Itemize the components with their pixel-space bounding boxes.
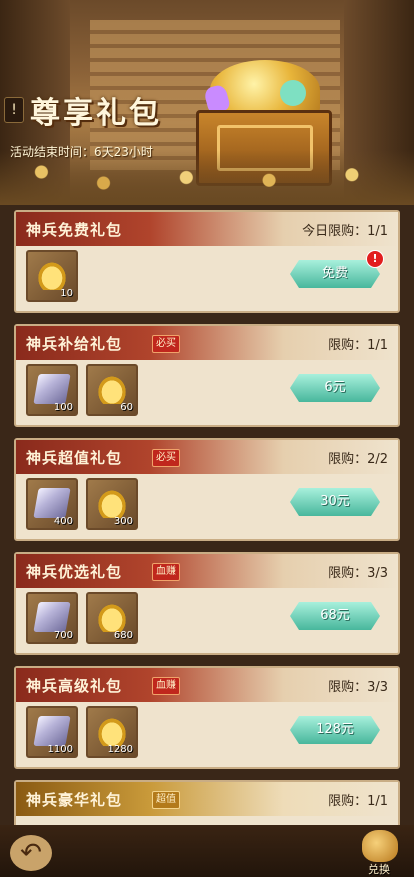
event-timer: 活动结束时间：6天23小时 [10, 145, 153, 159]
pack-header: 神兵超值礼包 必买 限购：2/2 [16, 440, 398, 474]
money-bag-icon [362, 830, 398, 862]
pack-name: 神兵免费礼包 [26, 221, 123, 239]
item-quantity: 300 [113, 516, 133, 527]
purchase-limit: 限购：2/2 [328, 452, 388, 467]
pack-name: 神兵优选礼包 [26, 563, 123, 581]
bottom-bar [0, 825, 414, 877]
purchase-limit: 限购：1/1 [328, 338, 388, 353]
gold-ingot-icon [36, 260, 68, 290]
reward-item[interactable]: 100 [26, 364, 78, 416]
pack-card-value: 神兵超值礼包 必买 限购：2/2 400 300 30元 [14, 438, 400, 541]
item-quantity: 680 [113, 630, 133, 641]
notification-badge: ! [366, 250, 384, 268]
pack-name: 神兵超值礼包 [26, 449, 123, 467]
item-quantity: 700 [53, 630, 73, 641]
jade-coin-icon [280, 80, 306, 106]
reward-item[interactable]: 1280 [86, 706, 138, 758]
pack-tag: 必买 [152, 449, 180, 467]
back-arrow-icon[interactable]: ↶ [10, 835, 52, 871]
pack-card-free: 神兵免费礼包 今日限购：1/1 10 免费 ! [14, 210, 400, 313]
pack-name: 神兵豪华礼包 [26, 791, 123, 809]
silver-stone-icon [33, 716, 71, 746]
item-quantity: 1100 [47, 744, 73, 755]
pack-header: 神兵免费礼包 今日限购：1/1 [16, 212, 398, 246]
page-title: 尊享礼包 [30, 96, 162, 131]
pack-tag: 超值 [152, 791, 180, 809]
pack-tag: 必买 [152, 335, 180, 353]
buy-button[interactable]: 68元 [290, 602, 380, 630]
pack-tag: 血赚 [152, 563, 180, 581]
purchase-limit: 限购：3/3 [328, 680, 388, 695]
purchase-limit: 限购：1/1 [328, 794, 388, 809]
silver-stone-icon [33, 488, 71, 518]
pack-header: 神兵豪华礼包 超值 限购：1/1 [16, 782, 398, 816]
exchange-label: 兑换 [368, 863, 390, 876]
item-quantity: 1280 [107, 744, 133, 755]
reward-item[interactable]: 60 [86, 364, 138, 416]
pack-name: 神兵高级礼包 [26, 677, 123, 695]
silver-stone-icon [33, 602, 71, 632]
pack-name: 神兵补给礼包 [26, 335, 123, 353]
reward-item[interactable]: 10 [26, 250, 78, 302]
pack-header: 神兵补给礼包 必买 限购：1/1 [16, 326, 398, 360]
item-quantity: 60 [120, 402, 133, 413]
reward-item[interactable]: 400 [26, 478, 78, 530]
gold-ingot-icon [96, 602, 128, 632]
item-quantity: 400 [53, 516, 73, 527]
item-quantity: 10 [60, 288, 73, 299]
pack-header: 神兵优选礼包 血赚 限购：3/3 [16, 554, 398, 588]
reward-item[interactable]: 700 [26, 592, 78, 644]
pack-list[interactable]: 神兵免费礼包 今日限购：1/1 10 免费 ! 神兵补给礼包 必买 限购：1/1… [8, 210, 406, 830]
info-icon[interactable]: ! [4, 97, 24, 123]
silver-stone-icon [33, 374, 71, 404]
reward-item[interactable]: 680 [86, 592, 138, 644]
pack-card-select: 神兵优选礼包 血赚 限购：3/3 700 680 68元 [14, 552, 400, 655]
exchange-button[interactable]: 兑换 [356, 830, 402, 876]
buy-button[interactable]: 6元 [290, 374, 380, 402]
pack-card-advanced: 神兵高级礼包 血赚 限购：3/3 1100 1280 128元 [14, 666, 400, 769]
buy-button[interactable]: 30元 [290, 488, 380, 516]
reward-item[interactable]: 1100 [26, 706, 78, 758]
purchase-limit: 今日限购：1/1 [302, 224, 388, 239]
gold-ingot-icon [96, 488, 128, 518]
claim-free-button[interactable]: 免费 [290, 260, 380, 288]
pack-tag: 血赚 [152, 677, 180, 695]
item-quantity: 100 [53, 402, 73, 413]
gold-ingot-icon [96, 374, 128, 404]
reward-item[interactable]: 300 [86, 478, 138, 530]
pack-header: 神兵高级礼包 血赚 限购：3/3 [16, 668, 398, 702]
pack-card-luxury: 神兵豪华礼包 超值 限购：1/1 [14, 780, 400, 830]
purchase-limit: 限购：3/3 [328, 566, 388, 581]
pack-card-supply: 神兵补给礼包 必买 限购：1/1 100 60 6元 [14, 324, 400, 427]
gold-ingot-icon [96, 716, 128, 746]
buy-button[interactable]: 128元 [290, 716, 380, 744]
